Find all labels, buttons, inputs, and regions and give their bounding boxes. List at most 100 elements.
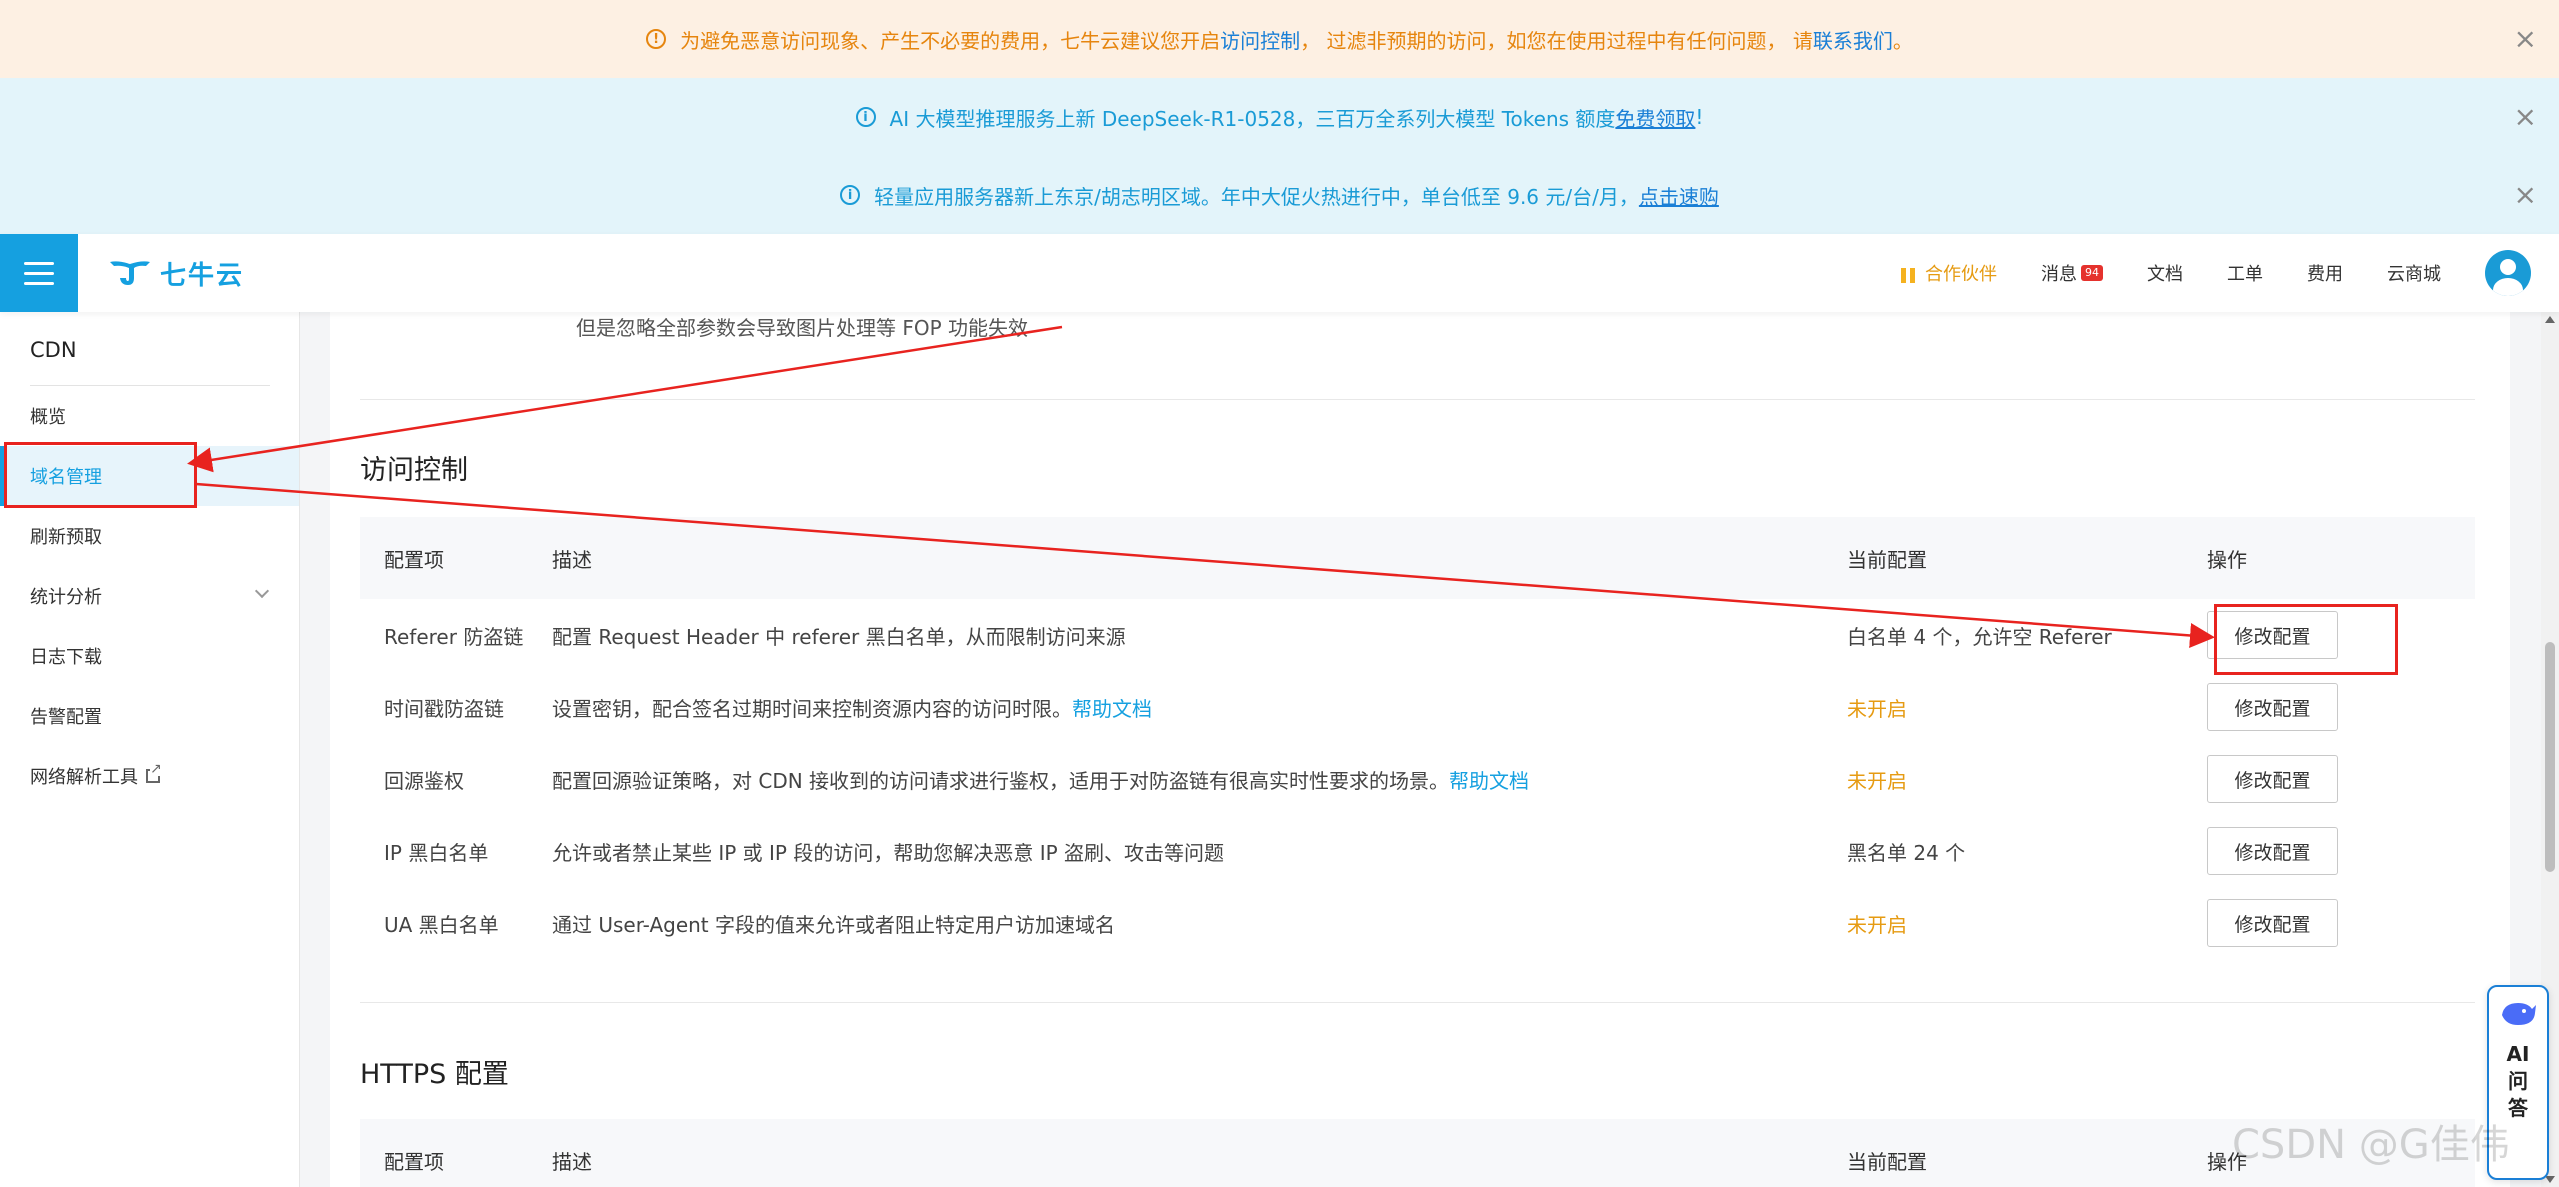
banner-text: 轻量应用服务器新上东京/胡志明区域。年中大促火热进行中，单台低至 9.6 元/台…	[874, 184, 1639, 209]
sidebar-item-refresh-prefetch[interactable]: 刷新预取	[0, 506, 299, 566]
access-control-title: 访问控制	[360, 455, 468, 486]
tickets-link[interactable]: 工单	[2227, 260, 2263, 286]
config-desc: 通过 User-Agent 字段的值来允许或者阻止特定用户访加速域名	[552, 909, 1847, 938]
column-header: 描述	[552, 547, 592, 572]
sidebar-item-network-tools[interactable]: 网络解析工具	[0, 746, 299, 806]
edit-config-button[interactable]: 修改配置	[2207, 683, 2338, 731]
menu-icon[interactable]	[0, 234, 78, 312]
scroll-down-icon[interactable]	[2545, 1176, 2555, 1183]
config-name: 时间戳防盗链	[384, 696, 504, 721]
top-header: 七牛云 合作伙伴 消息 94 文档 工单 费用 云商城	[0, 234, 2559, 312]
close-icon[interactable]: ×	[2514, 181, 2537, 209]
quick-buy-link[interactable]: 点击速购	[1639, 181, 1719, 210]
column-header: 操作	[2207, 547, 2247, 572]
gift-icon	[1899, 263, 1917, 283]
table-row: 回源鉴权 配置回源验证策略，对 CDN 接收到的访问请求进行鉴权，适用于对防盗链…	[360, 743, 2475, 815]
config-desc-text: 配置回源验证策略，对 CDN 接收到的访问请求进行鉴权，适用于对防盗链有很高实时…	[552, 768, 1450, 793]
table-row: IP 黑白名单 允许或者禁止某些 IP 或 IP 段的访问，帮助您解决恶意 IP…	[360, 815, 2475, 887]
info-icon: i	[840, 185, 861, 205]
whale-icon	[2502, 1003, 2536, 1025]
info-icon: !	[646, 29, 667, 49]
close-icon[interactable]: ×	[2514, 25, 2537, 53]
main-content: 但是忽略全部参数会导致图片处理等 FOP 功能失效 访问控制 配置项 描述 当前…	[330, 312, 2510, 1187]
notice-banner-server: i 轻量应用服务器新上东京/胡志明区域。年中大促火热进行中，单台低至 9.6 元…	[0, 156, 2559, 234]
sidebar-item-label: 告警配置	[30, 707, 102, 728]
sidebar-item-alert-config[interactable]: 告警配置	[0, 686, 299, 746]
config-name: UA 黑白名单	[384, 912, 499, 937]
column-header: 配置项	[384, 547, 444, 572]
partner-label: 合作伙伴	[1925, 264, 1997, 285]
config-state: 白名单 4 个，允许空 Referer	[1847, 624, 2112, 649]
config-desc: 设置密钥，配合签名过期时间来控制资源内容的访问时限。帮助文档	[552, 693, 1847, 722]
config-name: Referer 防盗链	[384, 624, 524, 649]
sidebar-title: CDN	[30, 338, 77, 362]
config-desc: 配置 Request Header 中 referer 黑白名单，从而限制访问来…	[552, 621, 1847, 650]
config-state: 未开启	[1847, 696, 1907, 721]
scroll-up-icon[interactable]	[2545, 316, 2555, 323]
table-header: 配置项 描述 当前配置 操作	[360, 1119, 2475, 1187]
config-desc-text: 通过 User-Agent 字段的值来允许或者阻止特定用户访加速域名	[552, 912, 1115, 937]
scroll-thumb[interactable]	[2545, 642, 2555, 872]
messages-link[interactable]: 消息 94	[2041, 260, 2103, 286]
docs-link[interactable]: 文档	[2147, 260, 2183, 286]
sidebar-item-label: 统计分析	[30, 587, 102, 608]
sidebar-item-label: 概览	[30, 407, 66, 428]
config-state: 未开启	[1847, 768, 1907, 793]
https-config-table: 配置项 描述 当前配置 操作	[360, 1119, 2475, 1187]
billing-link[interactable]: 费用	[2307, 260, 2343, 286]
messages-label: 消息	[2041, 264, 2077, 285]
marketplace-link[interactable]: 云商城	[2387, 260, 2441, 286]
table-header: 配置项 描述 当前配置 操作	[360, 517, 2475, 599]
config-desc: 允许或者禁止某些 IP 或 IP 段的访问，帮助您解决恶意 IP 盗刷、攻击等问…	[552, 837, 1847, 866]
edit-config-button[interactable]: 修改配置	[2207, 755, 2338, 803]
column-header: 描述	[552, 1149, 592, 1174]
logo-text: 七牛云	[160, 260, 245, 291]
column-header: 配置项	[384, 1149, 444, 1174]
table-row: Referer 防盗链 配置 Request Header 中 referer …	[360, 599, 2475, 671]
sidebar-item-label: 网络解析工具	[30, 767, 138, 788]
section-divider	[360, 1002, 2475, 1003]
annotation-box-edit-button	[2214, 604, 2398, 675]
sidebar-item-overview[interactable]: 概览	[0, 386, 299, 446]
table-row: 时间戳防盗链 设置密钥，配合签名过期时间来控制资源内容的访问时限。帮助文档 未开…	[360, 671, 2475, 743]
config-state: 黑名单 24 个	[1847, 840, 1966, 865]
sidebar-item-label: 日志下载	[30, 647, 102, 668]
config-desc-text: 允许或者禁止某些 IP 或 IP 段的访问，帮助您解决恶意 IP 盗刷、攻击等问…	[552, 840, 1225, 865]
notice-banner-access-control: ! 为避免恶意访问现象、产生不必要的费用，七牛云建议您开启 访问控制 ， 过滤非…	[0, 0, 2559, 78]
qiniu-logo[interactable]: 七牛云	[108, 255, 244, 292]
sidebar-item-statistics[interactable]: 统计分析	[0, 566, 299, 626]
notice-banner-ai: i AI 大模型推理服务上新 DeepSeek-R1-0528，三百万全系列大模…	[0, 78, 2559, 156]
messages-badge: 94	[2081, 265, 2103, 281]
edit-config-button[interactable]: 修改配置	[2207, 827, 2338, 875]
config-state: 未开启	[1847, 912, 1907, 937]
sidebar-item-label: 刷新预取	[30, 527, 102, 548]
action-cell: 修改配置	[2207, 827, 2475, 875]
contact-us-link[interactable]: 联系我们	[1813, 25, 1893, 54]
config-desc-text: 设置密钥，配合签名过期时间来控制资源内容的访问时限。	[552, 696, 1072, 721]
help-doc-link[interactable]: 帮助文档	[1449, 769, 1529, 793]
column-header: 当前配置	[1847, 1149, 1927, 1174]
action-cell: 修改配置	[2207, 683, 2475, 731]
config-name: IP 黑白名单	[384, 840, 489, 865]
previous-section-text: 但是忽略全部参数会导致图片处理等 FOP 功能失效	[576, 316, 1029, 340]
annotation-box-domain-management	[4, 442, 197, 508]
logo-icon	[110, 261, 150, 285]
column-header: 当前配置	[1847, 547, 1927, 572]
edit-config-button[interactable]: 修改配置	[2207, 899, 2338, 947]
table-row: UA 黑白名单 通过 User-Agent 字段的值来允许或者阻止特定用户访加速…	[360, 887, 2475, 959]
access-control-table: 配置项 描述 当前配置 操作 Referer 防盗链 配置 Request He…	[360, 517, 2475, 959]
avatar[interactable]	[2485, 250, 2531, 296]
banner-text: 。	[1892, 28, 1913, 53]
section-divider	[360, 399, 2475, 400]
ai-qa-label: AI问答	[2506, 1042, 2530, 1120]
chevron-down-icon	[254, 583, 270, 599]
config-desc-text: 配置 Request Header 中 referer 黑白名单，从而限制访问来…	[552, 624, 1126, 649]
help-doc-link[interactable]: 帮助文档	[1072, 697, 1152, 721]
partner-link[interactable]: 合作伙伴	[1899, 260, 1997, 286]
sidebar-item-log-download[interactable]: 日志下载	[0, 626, 299, 686]
free-claim-link[interactable]: 免费领取	[1615, 103, 1695, 132]
close-icon[interactable]: ×	[2514, 103, 2537, 131]
banner-text: 为避免恶意访问现象、产生不必要的费用，七牛云建议您开启	[680, 28, 1221, 53]
action-cell: 修改配置	[2207, 899, 2475, 947]
access-control-link[interactable]: 访问控制	[1220, 25, 1300, 54]
